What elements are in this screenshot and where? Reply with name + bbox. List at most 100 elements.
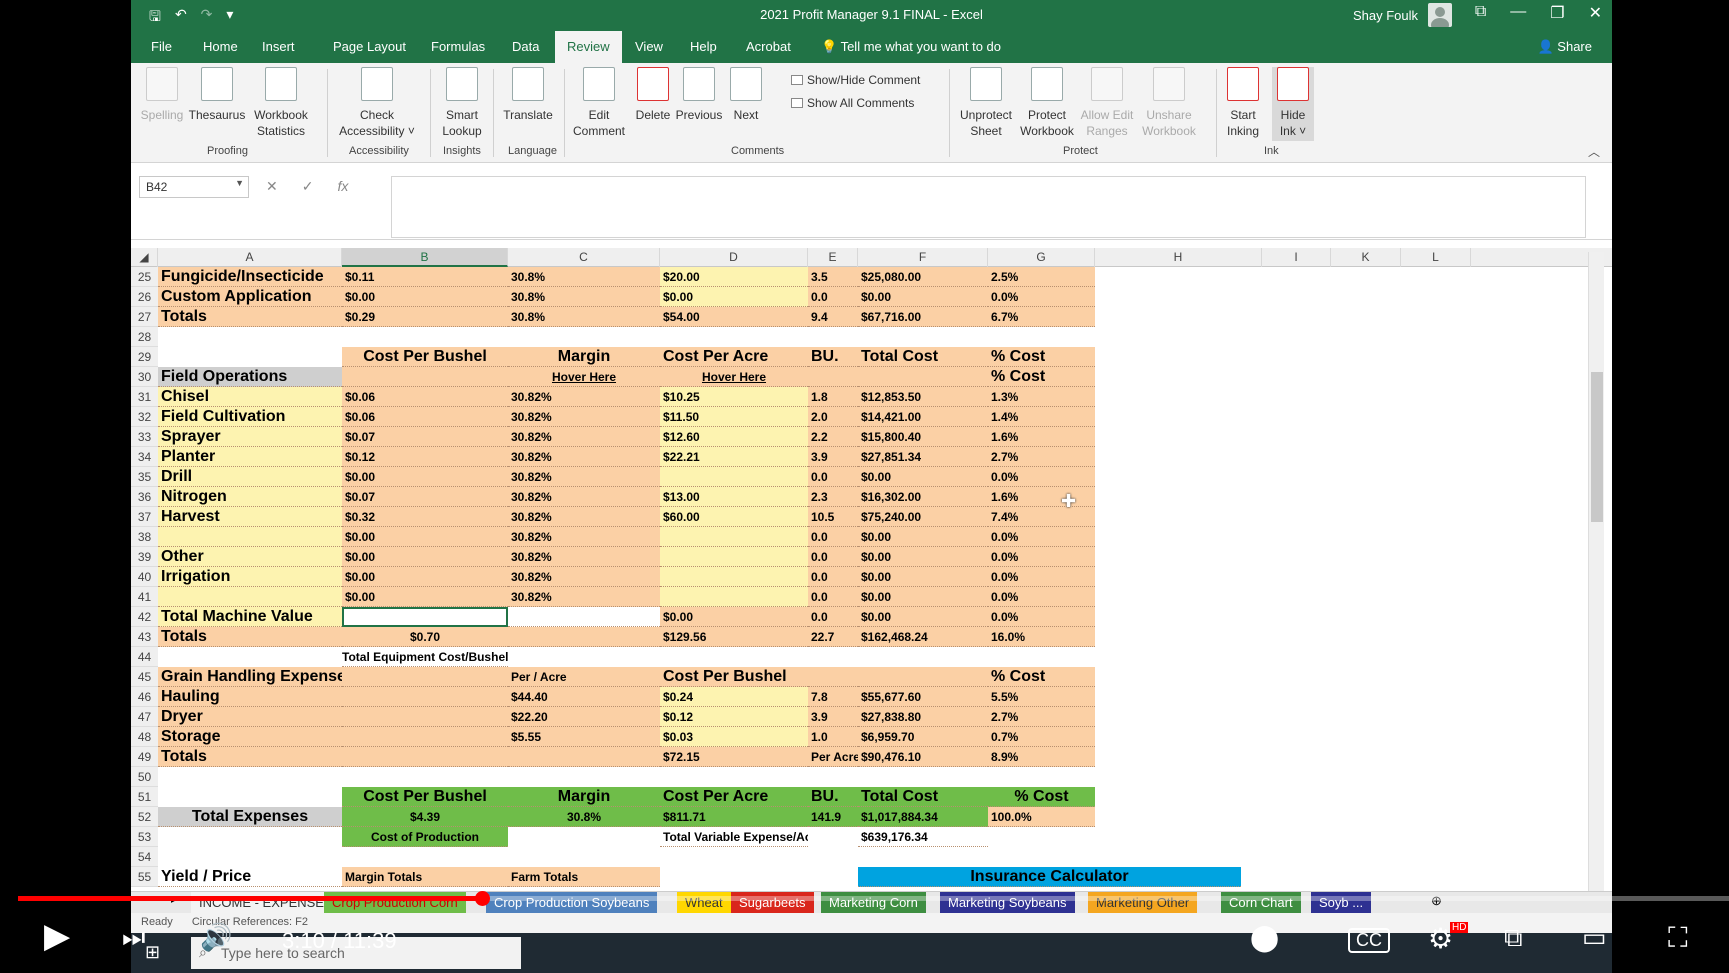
minimize-icon[interactable]: — (1510, 3, 1526, 23)
cell-e31[interactable]: 1.8 (808, 387, 858, 407)
cell-a40[interactable]: Irrigation (158, 567, 342, 587)
row-header[interactable]: 31 (131, 387, 158, 407)
row-header[interactable]: 32 (131, 407, 158, 427)
cell-c49[interactable] (508, 747, 660, 767)
collapse-ribbon-icon[interactable]: ︿ (1588, 143, 1600, 160)
cell-d29[interactable]: Cost Per Acre (660, 347, 808, 367)
cell-b52[interactable]: $4.39 (342, 807, 508, 827)
cell-f42[interactable]: $0.00 (858, 607, 988, 627)
tab-review[interactable]: Review (555, 31, 622, 63)
cell-c27[interactable]: 30.8% (508, 307, 660, 327)
cell-f25[interactable]: $25,080.00 (858, 267, 988, 287)
edit-comment-button[interactable]: Edit Comment (568, 67, 630, 139)
cell-b55[interactable]: Margin Totals (342, 867, 508, 887)
cell-c43[interactable] (508, 627, 660, 647)
cell-a35[interactable]: Drill (158, 467, 342, 487)
cell-e39[interactable]: 0.0 (808, 547, 858, 567)
cell-d53[interactable]: Total Variable Expense/Acre (660, 827, 808, 847)
cell-g29[interactable]: % Cost (988, 347, 1095, 367)
cell-c29[interactable]: Margin (508, 347, 660, 367)
cell-b29[interactable]: Cost Per Bushel (342, 347, 508, 367)
cell-b34[interactable]: $0.12 (342, 447, 508, 467)
cell-a49[interactable]: Totals (158, 747, 342, 767)
col-header-a[interactable]: A (158, 248, 342, 267)
cell-f49[interactable]: $90,476.10 (858, 747, 988, 767)
autoplay-toggle-icon[interactable]: ⬤ (1250, 922, 1279, 953)
cell-g34[interactable]: 2.7% (988, 447, 1095, 467)
cell-e47[interactable]: 3.9 (808, 707, 858, 727)
tab-help[interactable]: Help (690, 39, 717, 54)
row-header[interactable]: 50 (131, 767, 158, 787)
cell-a39[interactable]: Other (158, 547, 342, 567)
cell-b35[interactable]: $0.00 (342, 467, 508, 487)
hide-ink-button[interactable]: Hide Ink ˅ (1272, 67, 1314, 141)
cell-c52[interactable]: 30.8% (508, 807, 660, 827)
chevron-down-icon[interactable]: ▼ (235, 178, 244, 188)
cell-b31[interactable]: $0.06 (342, 387, 508, 407)
tab-view[interactable]: View (635, 39, 663, 54)
cell-f39[interactable]: $0.00 (858, 547, 988, 567)
cell-b44[interactable]: Total Equipment Cost/Bushel (342, 647, 508, 667)
allow-edit-ranges-button[interactable]: Allow Edit Ranges (1075, 67, 1139, 139)
cell-g35[interactable]: 0.0% (988, 467, 1095, 487)
protect-workbook-button[interactable]: Protect Workbook (1015, 67, 1079, 139)
cell-b40[interactable]: $0.00 (342, 567, 508, 587)
cell-a36[interactable]: Nitrogen (158, 487, 342, 507)
cell-g36[interactable]: 1.6% (988, 487, 1095, 507)
cell-d32[interactable]: $11.50 (660, 407, 808, 427)
cell-b39[interactable]: $0.00 (342, 547, 508, 567)
cell-a55[interactable]: Yield / Price (158, 867, 342, 887)
cell-g48[interactable]: 0.7% (988, 727, 1095, 747)
enter-icon[interactable]: ✓ (302, 178, 314, 195)
row-header[interactable]: 43 (131, 627, 158, 647)
cell-a26[interactable]: Custom Application (158, 287, 342, 307)
tab-page-layout[interactable]: Page Layout (333, 39, 406, 54)
row-header[interactable]: 33 (131, 427, 158, 447)
cell-g30[interactable]: % Cost (988, 367, 1095, 387)
col-header-i[interactable]: I (1262, 248, 1331, 267)
cell-a34[interactable]: Planter (158, 447, 342, 467)
cell-d39[interactable] (660, 547, 808, 567)
cell-c41[interactable]: 30.82% (508, 587, 660, 607)
cell-d31[interactable]: $10.25 (660, 387, 808, 407)
row-header[interactable]: 48 (131, 727, 158, 747)
tab-data[interactable]: Data (512, 39, 539, 54)
formula-input[interactable] (391, 176, 1586, 238)
cell-c47[interactable]: $22.20 (508, 707, 660, 727)
cell-b33[interactable]: $0.07 (342, 427, 508, 447)
cell-g39[interactable]: 0.0% (988, 547, 1095, 567)
cell-c30[interactable]: Hover Here (508, 367, 660, 387)
tab-home[interactable]: Home (203, 39, 238, 54)
cell-c31[interactable]: 30.82% (508, 387, 660, 407)
col-header-b[interactable]: B (342, 248, 508, 267)
cell-a31[interactable]: Chisel (158, 387, 342, 407)
cell-b53[interactable]: Cost of Production (342, 827, 508, 847)
cell-f33[interactable]: $15,800.40 (858, 427, 988, 447)
cell-e48[interactable]: 1.0 (808, 727, 858, 747)
cell-e52[interactable]: 141.9 (808, 807, 858, 827)
cell-f40[interactable]: $0.00 (858, 567, 988, 587)
cc-button[interactable]: CC (1348, 928, 1390, 953)
vertical-scrollbar[interactable] (1588, 252, 1604, 892)
cell-e35[interactable]: 0.0 (808, 467, 858, 487)
row-header[interactable]: 26 (131, 287, 158, 307)
cell-a32[interactable]: Field Cultivation (158, 407, 342, 427)
play-icon[interactable]: ▶ (44, 916, 70, 956)
ribbon-display-icon[interactable]: ⧉ (1475, 3, 1486, 23)
select-all-corner[interactable]: ◢ (131, 248, 158, 267)
cell-f34[interactable]: $27,851.34 (858, 447, 988, 467)
cell-f30[interactable] (858, 367, 988, 387)
cell-c37[interactable]: 30.82% (508, 507, 660, 527)
cell-c26[interactable]: 30.8% (508, 287, 660, 307)
cell-g49[interactable]: 8.9% (988, 747, 1095, 767)
share-button[interactable]: 👤 Share (1537, 39, 1592, 55)
cell-c48[interactable]: $5.55 (508, 727, 660, 747)
cell-b27[interactable]: $0.29 (342, 307, 508, 327)
cell-b42[interactable] (342, 607, 508, 627)
next-comment-button[interactable]: Next (723, 67, 769, 123)
cell-f32[interactable]: $14,421.00 (858, 407, 988, 427)
cell-g26[interactable]: 0.0% (988, 287, 1095, 307)
cell-e25[interactable]: 3.5 (808, 267, 858, 287)
cell-b25[interactable]: $0.11 (342, 267, 508, 287)
row-header[interactable]: 46 (131, 687, 158, 707)
